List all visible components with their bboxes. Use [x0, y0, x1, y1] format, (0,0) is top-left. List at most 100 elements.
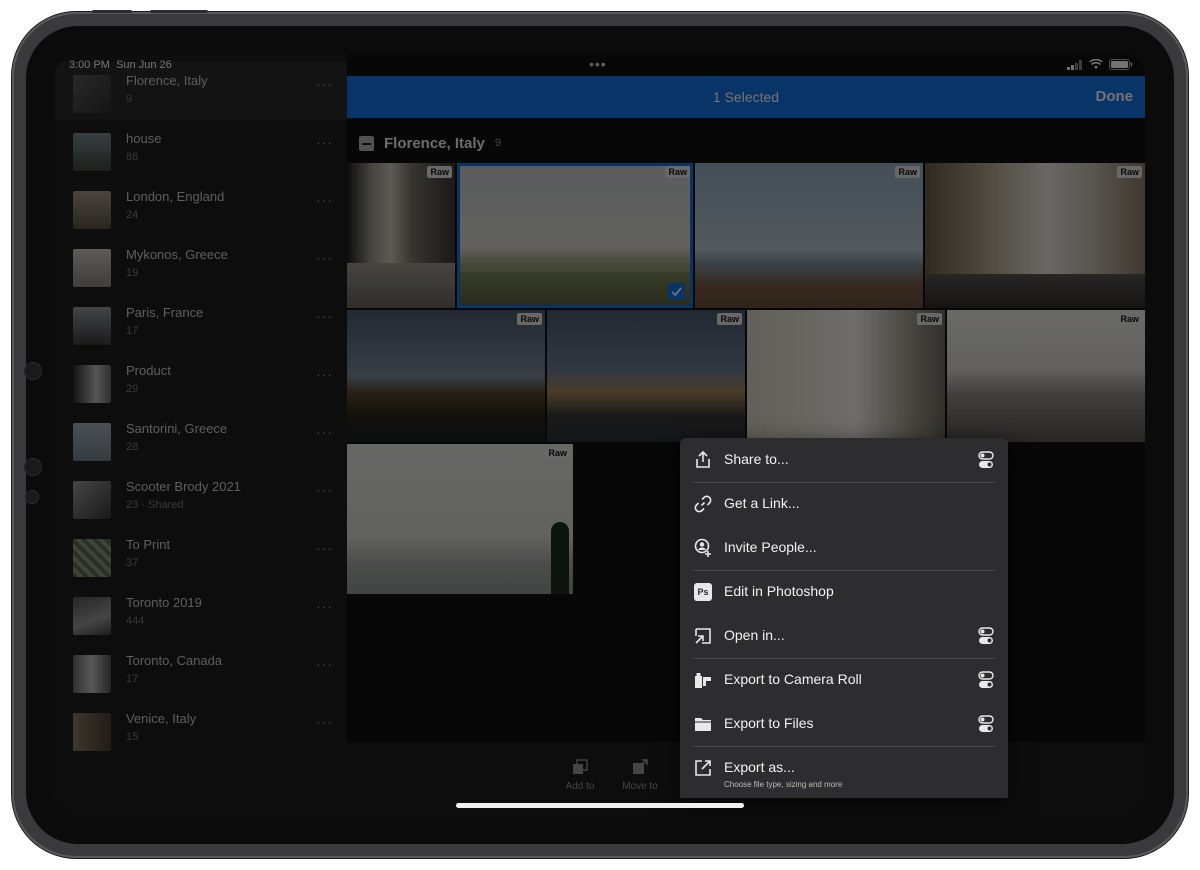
photo-thumbnail[interactable]: Raw	[925, 163, 1145, 308]
more-options-icon[interactable]: ···	[316, 192, 333, 208]
photo-thumbnail[interactable]: Raw	[695, 163, 923, 308]
album-count: 19	[126, 267, 139, 279]
menu-item-open-in[interactable]: Open in...	[680, 614, 1008, 658]
share-icon	[696, 450, 710, 468]
sidebar-item-house[interactable]: house 88 ···	[55, 120, 347, 178]
album-count: 29	[126, 383, 139, 395]
album-title: Mykonos, Greece	[126, 247, 228, 262]
raw-badge: Raw	[717, 313, 742, 325]
add-to-button[interactable]: Add to	[550, 759, 610, 792]
more-options-icon[interactable]: ···	[316, 308, 333, 324]
more-options-icon[interactable]: ···	[316, 366, 333, 382]
menu-item-export-as[interactable]: Export as... Choose file type, sizing an…	[680, 746, 1008, 798]
photo-thumbnail-selected[interactable]: Raw	[457, 163, 693, 308]
album-title: Toronto, Canada	[126, 653, 223, 668]
camera-icon	[24, 362, 42, 380]
sidebar-item-santorini-greece[interactable]: Santorini, Greece 28 ···	[55, 410, 347, 468]
menu-item-label: Export as...	[724, 759, 795, 775]
more-options-icon[interactable]: ···	[316, 714, 333, 730]
album-thumbnail	[73, 249, 111, 287]
move-to-button[interactable]: Move to	[610, 759, 670, 792]
raw-badge: Raw	[427, 166, 452, 178]
selection-border	[457, 163, 693, 308]
cellular-signal-icon	[1067, 59, 1082, 70]
section-count: 9	[494, 137, 501, 149]
more-options-icon[interactable]: ···	[316, 540, 333, 556]
raw-badge: Raw	[545, 447, 570, 459]
toggle-settings-icon[interactable]	[978, 715, 994, 733]
menu-item-description: Choose file type, sizing and more	[724, 780, 843, 789]
more-options-icon[interactable]: ···	[316, 250, 333, 266]
album-thumbnail	[73, 481, 111, 519]
menu-item-edit-in-photoshop[interactable]: Ps Edit in Photoshop	[680, 570, 1008, 614]
move-to-icon	[633, 759, 648, 774]
album-count: 17	[126, 673, 139, 685]
raw-badge: Raw	[917, 313, 942, 325]
menu-item-export-to-camera-roll[interactable]: Export to Camera Roll	[680, 658, 1008, 702]
open-in-icon	[695, 628, 711, 644]
sidebar-item-scooter-brody-2021[interactable]: Scooter Brody 2021 23 · Shared ···	[55, 468, 347, 526]
more-options-icon[interactable]: ···	[316, 424, 333, 440]
sidebar-item-product[interactable]: Product 29 ···	[55, 352, 347, 410]
album-thumbnail	[73, 307, 111, 345]
sidebar-item-london-england[interactable]: London, England 24 ···	[55, 178, 347, 236]
status-icons	[1067, 59, 1133, 70]
menu-item-label: Export to Camera Roll	[724, 671, 862, 687]
status-bar: 3:00 PM Sun Jun 26 •••	[55, 54, 1145, 76]
sidebar-item-mykonos-greece[interactable]: Mykonos, Greece 19 ···	[55, 236, 347, 294]
sensor-icon	[25, 490, 39, 504]
album-count: 444	[126, 615, 145, 627]
album-title: Product	[126, 363, 171, 378]
photo-thumbnail[interactable]: Raw	[947, 310, 1145, 442]
more-options-icon[interactable]: ···	[316, 598, 333, 614]
folder-icon	[695, 718, 711, 731]
home-indicator[interactable]	[456, 803, 744, 808]
menu-item-share-to[interactable]: Share to...	[680, 438, 1008, 482]
menu-item-invite-people[interactable]: Invite People...	[680, 526, 1008, 570]
deselect-all-icon[interactable]	[359, 135, 374, 151]
sidebar-item-to-print[interactable]: To Print 37 ···	[55, 526, 347, 584]
top-button	[150, 10, 208, 13]
menu-item-label: Export to Files	[724, 715, 814, 731]
menu-item-get-a-link[interactable]: Get a Link...	[680, 482, 1008, 526]
album-thumbnail	[73, 191, 111, 229]
more-options-icon[interactable]: ···	[316, 76, 333, 92]
more-options-icon[interactable]: ···	[316, 656, 333, 672]
photo-thumbnail[interactable]: Raw	[747, 310, 945, 442]
album-count: 17	[126, 325, 139, 337]
menu-item-label: Open in...	[724, 627, 785, 643]
more-options-icon[interactable]: ···	[316, 134, 333, 150]
sidebar-item-toronto-canada[interactable]: Toronto, Canada 17 ···	[55, 642, 347, 700]
photoshop-icon: Ps	[694, 583, 712, 601]
album-sidebar: Florence, Italy 9 ··· house 88 ··· Londo…	[55, 54, 347, 816]
menu-item-export-to-files[interactable]: Export to Files	[680, 702, 1008, 746]
more-options-icon[interactable]: ···	[316, 482, 333, 498]
photo-thumbnail[interactable]: Raw	[347, 444, 573, 594]
toggle-settings-icon[interactable]	[978, 627, 994, 645]
photo-thumbnail[interactable]: Raw	[547, 310, 745, 442]
screen: 3:00 PM Sun Jun 26 ••• Florence, Italy 9…	[55, 54, 1145, 816]
raw-badge: Raw	[895, 166, 920, 178]
photo-thumbnail[interactable]: Raw	[347, 163, 455, 308]
album-count: 9	[126, 93, 133, 105]
album-title: Venice, Italy	[126, 711, 197, 726]
link-icon	[694, 495, 712, 513]
sidebar-item-venice-italy[interactable]: Venice, Italy 15 ···	[55, 700, 347, 758]
sidebar-item-paris-france[interactable]: Paris, France 17 ···	[55, 294, 347, 352]
album-title: London, England	[126, 189, 225, 204]
export-as-icon	[695, 760, 711, 776]
album-count: 23 · Shared	[126, 499, 184, 511]
multitasking-dots-icon[interactable]: •••	[589, 56, 607, 72]
toggle-settings-icon[interactable]	[978, 451, 994, 469]
album-thumbnail	[73, 133, 111, 171]
selection-header: 1 Selected Done	[347, 76, 1145, 118]
battery-icon	[1109, 59, 1133, 70]
section-title: Florence, Italy	[384, 134, 485, 152]
sidebar-item-toronto-2019[interactable]: Toronto 2019 444 ···	[55, 584, 347, 642]
sensor-icon	[24, 458, 42, 476]
done-button[interactable]: Done	[1096, 88, 1134, 105]
toggle-settings-icon[interactable]	[978, 671, 994, 689]
album-title: Santorini, Greece	[126, 421, 228, 436]
photo-thumbnail[interactable]: Raw	[347, 310, 545, 442]
top-button	[92, 10, 132, 13]
